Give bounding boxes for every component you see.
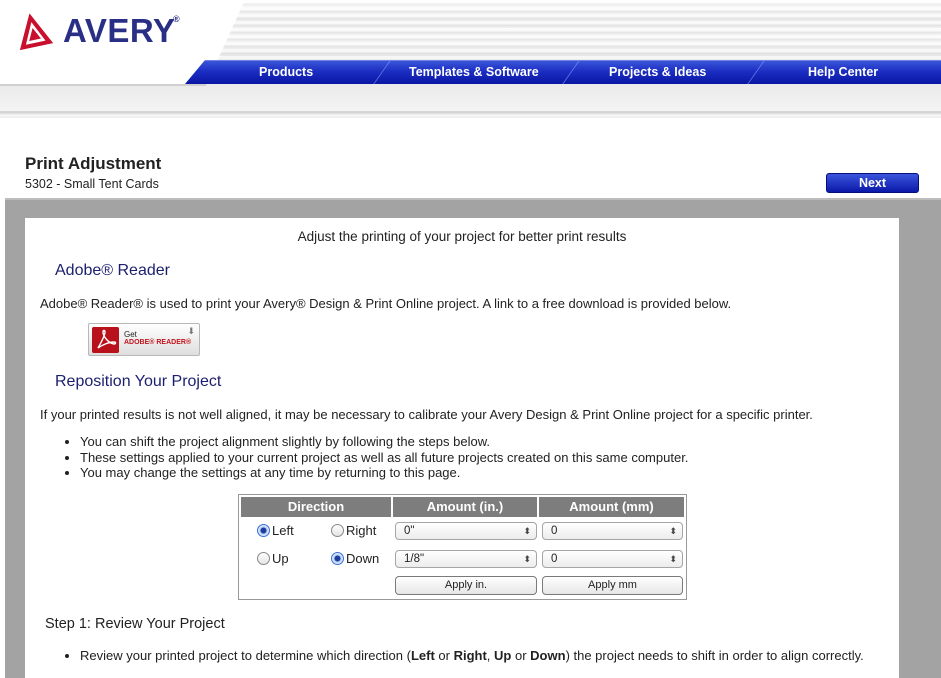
page-title: Print Adjustment [25,154,162,173]
adjustment-table: Direction Amount (in.) Amount (mm) Left … [238,494,687,600]
apply-in-button[interactable]: Apply in. [395,576,537,595]
step1-up: Up [494,648,512,663]
get-label: Get [124,330,137,339]
nav-help-center[interactable]: Help Center [808,65,878,79]
radio-right-label: Right [346,523,377,538]
step1-left: Left [410,648,435,663]
list-item: Review your printed project to determine… [80,648,864,663]
brand-registered-mark: ® [173,14,180,24]
nav-divider [372,61,391,84]
amount-in-value: 0" [404,525,415,537]
amount-in-header: Amount (in.) [393,497,537,517]
radio-up-button[interactable] [257,552,270,565]
page-subtitle: 5302 - Small Tent Cards [25,177,159,191]
radio-right-button[interactable] [331,524,344,537]
step1-text: or [511,648,531,663]
select-arrows-icon: ⬍ [523,554,531,564]
list-item: You may change the settings at any time … [80,465,688,481]
amount-in-select-vertical[interactable]: 1/8" ⬍ [395,550,537,568]
amount-mm-select-horizontal[interactable]: 0 ⬍ [542,522,683,540]
adobe-pdf-icon [92,327,119,353]
avery-logo-icon [19,13,54,51]
direction-header: Direction [241,497,391,517]
amount-mm-select-vertical[interactable]: 0 ⬍ [542,550,683,568]
header-edge [0,112,941,116]
get-adobe-reader-button[interactable]: Get ADOBE® READER® ⬇ [88,323,200,356]
select-arrows-icon: ⬍ [523,526,531,536]
radio-left[interactable]: Left [257,523,294,538]
header-band [0,84,941,112]
radio-down-button[interactable] [331,552,344,565]
amount-mm-value: 0 [551,553,558,565]
adobe-reader-text: Adobe® Reader® is used to print your Ave… [40,296,732,311]
select-arrows-icon: ⬍ [669,526,677,536]
download-arrow-icon: ⬇ [187,326,195,336]
step1-right: Right [453,648,487,663]
radio-up[interactable]: Up [257,551,289,566]
step1-text: Review your printed project to determine… [80,648,411,663]
step1-bullet-list: Review your printed project to determine… [64,648,864,663]
nav-projects-ideas[interactable]: Projects & Ideas [609,65,706,79]
list-item: These settings applied to your current p… [80,450,688,466]
site-header: AVERY ® Products Templates & Software Pr… [0,0,941,118]
list-item: You can shift the project alignment slig… [80,434,688,450]
amount-mm-header: Amount (mm) [539,497,684,517]
nav-divider [561,61,580,84]
adobe-reader-label: ADOBE® READER® [124,339,192,346]
step1-text: ) the project needs to shift in order to… [565,648,864,663]
select-arrows-icon: ⬍ [669,554,677,564]
nav-products[interactable]: Products [259,65,313,79]
reposition-heading: Reposition Your Project [55,373,222,390]
adobe-reader-heading: Adobe® Reader [55,262,170,279]
step1-heading: Step 1: Review Your Project [45,616,225,632]
brand-wordmark: AVERY [63,12,176,49]
main-nav: Products Templates & Software Projects &… [185,60,941,84]
content-panel: Adjust the printing of your project for … [25,218,899,678]
step1-text: , [486,648,495,663]
radio-down-label: Down [346,551,380,566]
radio-left-label: Left [272,523,294,538]
step1-down: Down [530,648,566,663]
radio-left-button[interactable] [257,524,270,537]
step1-text: or [434,648,454,663]
radio-down[interactable]: Down [331,551,379,566]
reposition-bullet-list: You can shift the project alignment slig… [64,434,688,481]
radio-up-label: Up [272,551,289,566]
amount-in-select-horizontal[interactable]: 0" ⬍ [395,522,537,540]
nav-divider [746,61,765,84]
radio-right[interactable]: Right [331,523,376,538]
apply-mm-button[interactable]: Apply mm [542,576,683,595]
nav-templates-software[interactable]: Templates & Software [409,65,539,79]
intro-text: Adjust the printing of your project for … [297,229,627,244]
reposition-text: If your printed results is not well alig… [40,407,813,422]
next-button[interactable]: Next [826,173,919,193]
amount-in-value: 1/8" [404,553,425,565]
amount-mm-value: 0 [551,525,558,537]
